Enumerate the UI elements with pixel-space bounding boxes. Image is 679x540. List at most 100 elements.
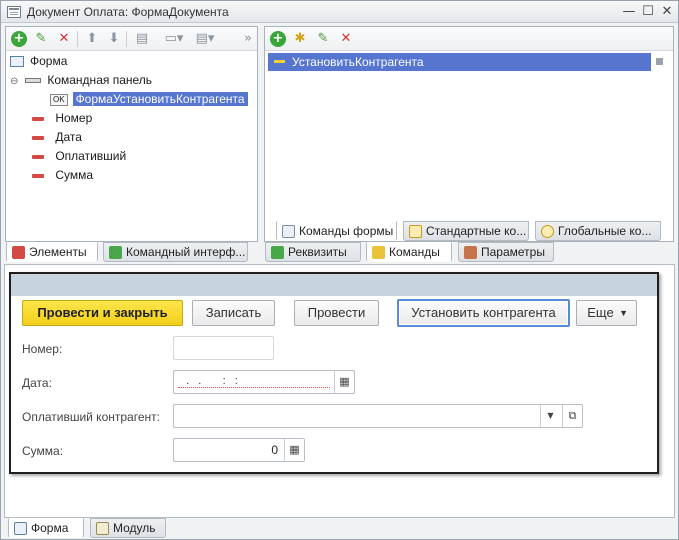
tab-label: Модуль xyxy=(113,521,156,535)
toolbar-separator xyxy=(126,31,127,47)
minimize-button[interactable]: — xyxy=(620,4,638,20)
close-window-button[interactable]: ✕ xyxy=(658,4,676,20)
form-preview-header xyxy=(11,274,657,296)
ok-button-icon: OK xyxy=(50,93,68,106)
open-icon[interactable]: ⧉ xyxy=(562,405,582,427)
tab-standard-commands[interactable]: Стандартные ко... xyxy=(403,221,529,241)
tree-item-form[interactable]: Форма xyxy=(10,52,255,71)
sum-value: 0 xyxy=(271,443,278,457)
dropdown-icon[interactable]: ▼ xyxy=(540,405,560,427)
form-commands-icon xyxy=(282,225,295,238)
tree-item-label: Номер xyxy=(55,111,93,125)
commands-tab-icon xyxy=(372,246,385,259)
date-value: . . : : xyxy=(178,375,330,388)
list-icon[interactable]: ▤ xyxy=(134,31,150,47)
tab-command-interface[interactable]: Командный интерф... xyxy=(103,242,248,262)
form-window-icon xyxy=(7,6,21,18)
tree-item-field[interactable]: Сумма xyxy=(10,166,255,185)
delete-icon[interactable]: ✕ xyxy=(56,31,72,47)
field-icon xyxy=(32,135,44,140)
field-icon xyxy=(32,154,44,159)
tree-item-label: Дата xyxy=(55,130,82,144)
tab-module[interactable]: Модуль xyxy=(90,518,166,538)
payer-label: Оплативший контрагент: xyxy=(22,410,160,424)
elements-tab-icon xyxy=(12,246,25,259)
tab-parameters[interactable]: Параметры xyxy=(458,242,554,262)
form-icon xyxy=(10,56,24,68)
tab-label: Форма xyxy=(31,521,69,535)
move-down-icon[interactable]: ⬇ xyxy=(106,31,122,47)
more-button[interactable]: Еще ▼ xyxy=(576,300,637,326)
standard-commands-icon xyxy=(409,225,422,238)
elements-panel: + ✎ ✕ ⬆ ⬇ ▤ ▭▾ ▤▾ » Форма ⊖ Командная па… xyxy=(5,26,258,242)
set-contractor-button[interactable]: Установить контрагента xyxy=(397,299,570,327)
number-field[interactable] xyxy=(173,336,274,360)
tab-label: Элементы xyxy=(29,245,87,259)
add-from-icon[interactable]: ✱ xyxy=(292,31,308,47)
sum-field[interactable]: 0 ▦ xyxy=(173,438,305,462)
field-icon xyxy=(32,173,44,178)
more-button-label: Еще xyxy=(587,305,614,320)
tab-label: Командный интерф... xyxy=(126,245,246,259)
form-tab-icon xyxy=(14,522,27,535)
tree-item-label: Командная панель xyxy=(47,73,153,87)
module-tab-icon xyxy=(96,522,109,535)
calculator-icon[interactable]: ▦ xyxy=(284,439,304,461)
field-icon xyxy=(32,116,44,121)
tree-item-label: Форма xyxy=(30,54,68,68)
command-interface-tab-icon xyxy=(109,246,122,259)
payer-field[interactable]: ▼ ⧉ xyxy=(173,404,583,428)
collapse-icon[interactable]: ⊖ xyxy=(10,72,20,91)
command-label: УстановитьКонтрагента xyxy=(292,55,424,69)
tab-label: Параметры xyxy=(481,245,545,259)
date-label: Дата: xyxy=(22,376,52,390)
global-commands-icon xyxy=(541,225,554,238)
calendar-icon[interactable]: ▦ xyxy=(334,371,354,393)
commands-toolbar: + ✱ ✎ ✕ xyxy=(265,27,673,51)
tree-item-label: Сумма xyxy=(55,168,94,182)
tree-item-command-panel[interactable]: ⊖ Командная панель xyxy=(10,71,255,90)
tree-item-label: Оплативший xyxy=(55,149,127,163)
tab-label: Стандартные ко... xyxy=(426,224,527,238)
sum-label: Сумма: xyxy=(22,444,64,458)
maximize-button[interactable]: ☐ xyxy=(639,4,657,20)
command-list-item-selected[interactable]: УстановитьКонтрагента xyxy=(268,53,651,71)
tab-form-commands[interactable]: Команды формы xyxy=(276,221,397,241)
move-up-icon[interactable]: ⬆ xyxy=(84,31,100,47)
tab-attributes[interactable]: Реквизиты xyxy=(265,242,361,262)
elements-toolbar: + ✎ ✕ ⬆ ⬇ ▤ ▭▾ ▤▾ » xyxy=(6,27,257,51)
tab-label: Команды xyxy=(389,245,440,259)
delete-icon[interactable]: ✕ xyxy=(338,31,354,47)
tab-label: Команды формы xyxy=(299,224,394,238)
number-label: Номер: xyxy=(22,342,63,356)
more-actions-icon[interactable]: » xyxy=(240,31,256,47)
scroll-marker[interactable] xyxy=(656,58,663,65)
date-field[interactable]: . . : : ▦ xyxy=(173,370,355,394)
tab-elements[interactable]: Элементы xyxy=(6,242,98,262)
window-title: Документ Оплата: ФормаДокумента xyxy=(27,5,229,19)
layout-menu-icon[interactable]: ▤▾ xyxy=(192,31,218,47)
post-button[interactable]: Провести xyxy=(294,300,379,326)
save-button[interactable]: Записать xyxy=(192,300,275,326)
elements-tree: Форма ⊖ Командная панель OK ФормаУстанови… xyxy=(10,52,255,185)
toolbar-separator xyxy=(77,31,78,47)
tab-commands[interactable]: Команды xyxy=(366,242,452,262)
post-and-close-button[interactable]: Провести и закрыть xyxy=(22,300,183,326)
tab-label: Реквизиты xyxy=(288,245,347,259)
tab-form[interactable]: Форма xyxy=(8,518,84,538)
edit-icon[interactable]: ✎ xyxy=(315,31,331,47)
tree-item-set-contractor[interactable]: OK ФормаУстановитьКонтрагента xyxy=(10,90,255,109)
parameters-tab-icon xyxy=(464,246,477,259)
tree-item-field[interactable]: Дата xyxy=(10,128,255,147)
dropdown-icon: ▼ xyxy=(619,308,628,318)
tab-global-commands[interactable]: Глобальные ко... xyxy=(535,221,661,241)
tree-item-field[interactable]: Оплативший xyxy=(10,147,255,166)
command-icon xyxy=(274,60,285,63)
add-icon[interactable]: + xyxy=(270,31,286,47)
tree-item-field[interactable]: Номер xyxy=(10,109,255,128)
tree-item-label: ФормаУстановитьКонтрагента xyxy=(72,92,248,106)
attributes-tab-icon xyxy=(271,246,284,259)
view-menu-icon[interactable]: ▭▾ xyxy=(161,31,187,47)
add-icon[interactable]: + xyxy=(11,31,27,47)
edit-icon[interactable]: ✎ xyxy=(33,31,49,47)
